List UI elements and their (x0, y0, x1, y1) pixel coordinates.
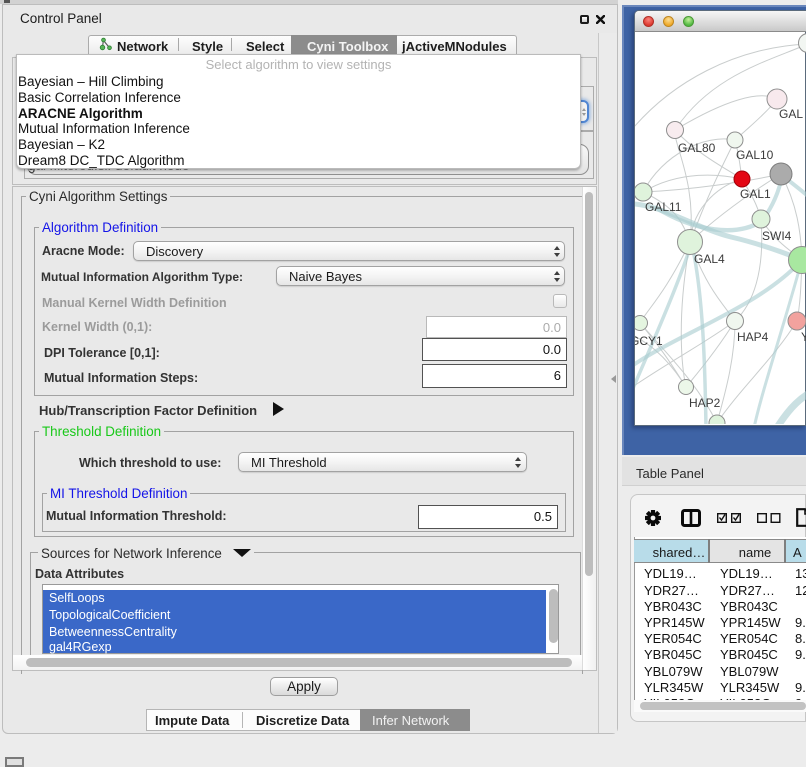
svg-text:GAL4: GAL4 (694, 252, 725, 266)
svg-text:GAL: GAL (779, 107, 803, 121)
svg-text:HAP4: HAP4 (737, 330, 769, 344)
svg-text:GAL80: GAL80 (678, 141, 716, 155)
svg-text:GAL11: GAL11 (645, 200, 682, 214)
svg-text:GCY1: GCY1 (635, 334, 663, 348)
svg-text:SWI4: SWI4 (762, 229, 792, 243)
svg-text:HAP2: HAP2 (689, 396, 721, 410)
svg-text:GAL1: GAL1 (740, 187, 771, 201)
svg-text:Y: Y (801, 330, 806, 344)
svg-text:GAL10: GAL10 (736, 148, 774, 162)
